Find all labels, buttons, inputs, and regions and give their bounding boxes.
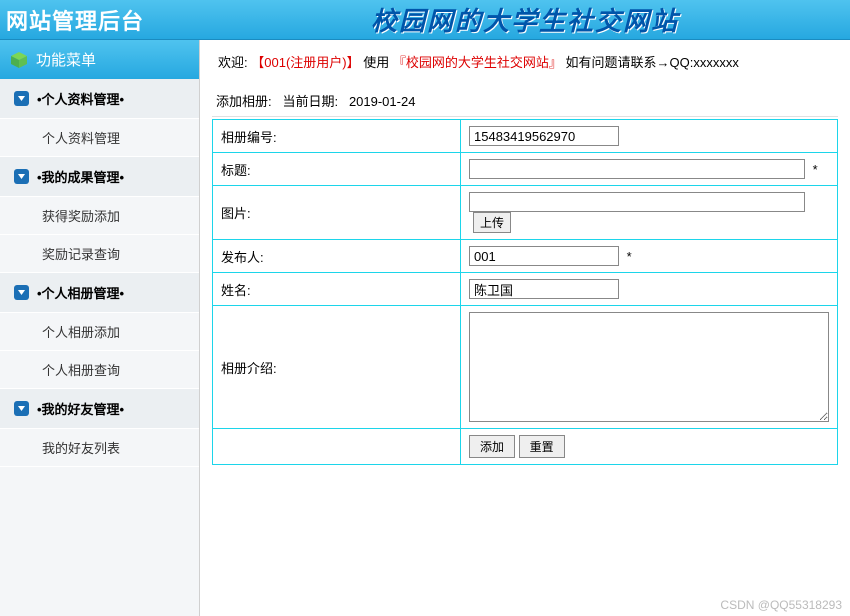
watermark: CSDN @QQ55318293 — [720, 598, 842, 612]
chevron-down-icon — [14, 401, 29, 416]
sidebar-group-friends[interactable]: •我的好友管理• — [0, 389, 199, 429]
header: 网站管理后台 校园网的大学生社交网站 — [0, 0, 850, 40]
sidebar-item-profile-manage[interactable]: 个人资料管理 — [0, 119, 199, 157]
publisher-label: 发布人: — [213, 240, 461, 273]
sidebar-group-profile[interactable]: •个人资料管理• — [0, 79, 199, 119]
title-label: 标题: — [213, 153, 461, 186]
actions-label-empty — [213, 429, 461, 465]
name-label: 姓名: — [213, 273, 461, 306]
sidebar-item-award-query[interactable]: 奖励记录查询 — [0, 235, 199, 273]
submit-button[interactable]: 添加 — [469, 435, 515, 458]
chevron-down-icon — [14, 91, 29, 106]
welcome-suffix: 如有问题请联系→QQ:xxxxxxx — [566, 55, 739, 70]
sidebar-group-label: •个人相册管理• — [37, 283, 124, 302]
breadcrumb-date-value: 2019-01-24 — [349, 94, 416, 109]
required-mark: * — [627, 249, 632, 264]
album-id-input[interactable] — [469, 126, 619, 146]
sidebar-group-achievements[interactable]: •我的成果管理• — [0, 157, 199, 197]
sidebar: 功能菜单 •个人资料管理• 个人资料管理 •我的成果管理• 获得奖励添加 奖励记… — [0, 40, 200, 616]
required-mark: * — [813, 162, 818, 177]
sidebar-title-text: 功能菜单 — [36, 49, 96, 70]
welcome-bar: 欢迎: 【001(注册用户)】 使用 『校园网的大学生社交网站』 如有问题请联系… — [212, 52, 838, 71]
intro-label: 相册介绍: — [213, 306, 461, 429]
sidebar-group-label: •个人资料管理• — [37, 89, 124, 108]
breadcrumb-date-label: 当前日期: — [282, 94, 338, 109]
sidebar-group-album[interactable]: •个人相册管理• — [0, 273, 199, 313]
form-table: 相册编号: 标题: * 图片: 上传 发布人: — [212, 119, 838, 465]
main-content: 欢迎: 【001(注册用户)】 使用 『校园网的大学生社交网站』 如有问题请联系… — [200, 40, 850, 616]
breadcrumb-page: 添加相册: — [216, 94, 272, 109]
breadcrumb: 添加相册: 当前日期: 2019-01-24 — [212, 85, 838, 117]
header-main-title: 校园网的大学生社交网站 — [200, 1, 850, 38]
image-label: 图片: — [213, 186, 461, 240]
cube-icon — [10, 51, 28, 69]
publisher-input[interactable] — [469, 246, 619, 266]
intro-textarea[interactable] — [469, 312, 829, 422]
welcome-prefix: 欢迎: — [218, 55, 248, 70]
chevron-down-icon — [14, 285, 29, 300]
album-id-label: 相册编号: — [213, 120, 461, 153]
header-left-title: 网站管理后台 — [0, 4, 200, 36]
welcome-mid: 使用 — [363, 55, 389, 70]
name-input[interactable] — [469, 279, 619, 299]
sidebar-item-friends-list[interactable]: 我的好友列表 — [0, 429, 199, 467]
welcome-site: 『校园网的大学生社交网站』 — [393, 55, 562, 70]
title-input[interactable] — [469, 159, 805, 179]
sidebar-item-award-add[interactable]: 获得奖励添加 — [0, 197, 199, 235]
chevron-down-icon — [14, 169, 29, 184]
sidebar-item-album-add[interactable]: 个人相册添加 — [0, 313, 199, 351]
sidebar-group-label: •我的好友管理• — [37, 399, 124, 418]
sidebar-title: 功能菜单 — [0, 40, 199, 79]
welcome-user: 【001(注册用户)】 — [251, 55, 359, 70]
sidebar-group-label: •我的成果管理• — [37, 167, 124, 186]
reset-button[interactable]: 重置 — [519, 435, 565, 458]
upload-button[interactable]: 上传 — [473, 212, 511, 233]
sidebar-item-album-query[interactable]: 个人相册查询 — [0, 351, 199, 389]
image-input[interactable] — [469, 192, 805, 212]
